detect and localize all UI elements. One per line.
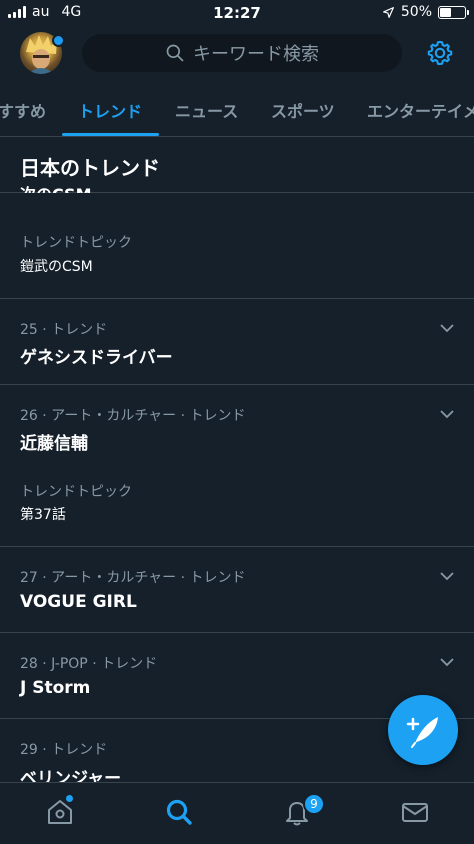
search-placeholder: キーワード検索: [193, 44, 319, 65]
trend-name: VOGUE GIRL: [20, 592, 137, 612]
trend-item[interactable]: 25 · トレンド ゲネシスドライバー: [0, 298, 474, 385]
trend-item[interactable]: 27 · アート・カルチャー · トレンド VOGUE GIRL: [0, 546, 474, 633]
tab-for-you[interactable]: すすめ: [0, 98, 46, 122]
chevron-down-icon[interactable]: [440, 569, 454, 583]
home-new-indicator: [66, 795, 73, 802]
compose-tweet-button[interactable]: [388, 695, 458, 765]
chevron-down-icon[interactable]: [440, 407, 454, 421]
battery-percent: 50%: [400, 4, 432, 20]
search-input[interactable]: キーワード検索: [82, 34, 402, 72]
tab-news[interactable]: ニュース: [175, 98, 238, 122]
trend-name: ゲネシスドライバー: [20, 348, 173, 368]
status-bar: au 4G 12:27 50%: [0, 0, 474, 26]
trend-meta: 27 · アート・カルチャー · トレンド: [20, 570, 246, 586]
search-tab-icon[interactable]: [164, 797, 194, 827]
trend-topic-value: 第37話: [20, 507, 66, 523]
explore-tabs: すすめ トレンド ニュース スポーツ エンターテイメ: [0, 82, 474, 137]
mail-icon[interactable]: [400, 797, 430, 827]
trend-meta: 29 · トレンド: [20, 742, 108, 758]
notification-badge: 9: [303, 793, 325, 815]
tab-entertainment[interactable]: エンターテイメ: [367, 98, 474, 122]
feather-plus-icon: [406, 717, 438, 748]
trend-name: 近藤信輔: [20, 434, 88, 454]
trend-name: J Storm: [20, 678, 91, 698]
trend-topic-label: トレンドトピック: [20, 484, 132, 500]
search-icon: [166, 44, 184, 62]
trend-meta: 26 · アート・カルチャー · トレンド: [20, 408, 246, 424]
bottom-navigation: 9: [0, 782, 474, 844]
trend-topic-label: トレンドトピック: [20, 235, 132, 251]
tab-sports[interactable]: スポーツ: [271, 98, 335, 122]
trend-meta: 25 · トレンド: [20, 322, 108, 338]
battery-icon: [438, 5, 469, 19]
trend-item[interactable]: 26 · アート・カルチャー · トレンド 近藤信輔 トレンドトピック 第37話: [0, 384, 474, 547]
trend-topic-value: 鎧武のCSM: [20, 259, 93, 275]
chevron-down-icon[interactable]: [440, 321, 454, 335]
chevron-down-icon[interactable]: [440, 655, 454, 669]
section-title: 日本のトレンド: [20, 156, 160, 180]
trend-item[interactable]: トレンドトピック 鎧武のCSM: [0, 194, 474, 299]
top-header: キーワード検索: [0, 26, 474, 80]
location-icon: [382, 6, 394, 18]
gear-icon[interactable]: [426, 39, 454, 67]
clipped-trend-text: 次のCSM: [20, 181, 92, 193]
tab-trends[interactable]: トレンド: [78, 98, 142, 122]
trend-meta: 28 · J-POP · トレンド: [20, 656, 158, 672]
avatar-notification-dot: [52, 34, 65, 47]
active-tab-indicator: [62, 133, 159, 136]
